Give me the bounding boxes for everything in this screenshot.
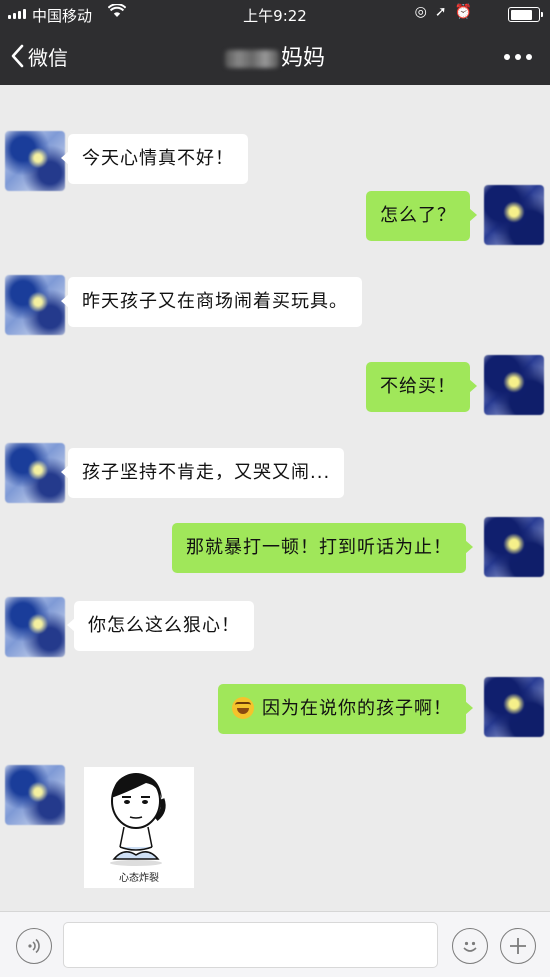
message-bubble-sent[interactable]: 怎么了？ (366, 191, 477, 241)
contact-avatar[interactable] (5, 597, 65, 657)
smiley-icon (463, 941, 477, 952)
contact-avatar[interactable] (5, 443, 65, 503)
status-icons: ◎➚⏰ (415, 4, 480, 20)
message-bubble-sent[interactable]: 那就暴打一顿！打到听话为止！ (172, 523, 473, 573)
input-bar (0, 911, 550, 977)
message-bubble-sent[interactable]: 因为在说你的孩子啊！ (218, 684, 473, 734)
message-bubble-received[interactable]: 孩子坚持不肯走，又哭又闹... (60, 448, 345, 498)
alarm-icon: ⏰ (454, 4, 480, 20)
self-avatar[interactable] (484, 355, 544, 415)
contact-avatar[interactable] (5, 765, 65, 825)
chat-title: 妈妈 (0, 40, 550, 72)
redacted-name (224, 50, 279, 68)
message-bubble-received[interactable]: 今天心情真不好！ (61, 134, 248, 184)
message-bubble-received[interactable]: 昨天孩子又在商场闹着买玩具。 (61, 277, 362, 327)
title-text: 妈妈 (280, 46, 325, 71)
top-bar: 中国移动 上午9:22 ◎➚⏰ 微信 妈妈 (0, 0, 550, 85)
laughing-crying-emoji-icon (232, 697, 254, 719)
more-functions-button[interactable] (500, 928, 536, 964)
message-bubble-received[interactable]: 你怎么这么狠心！ (67, 601, 254, 651)
emoji-button[interactable] (452, 928, 488, 964)
contact-avatar[interactable] (5, 275, 65, 335)
self-avatar[interactable] (484, 185, 544, 245)
voice-button[interactable] (16, 928, 52, 964)
self-avatar[interactable] (484, 677, 544, 737)
contact-avatar[interactable] (5, 131, 65, 191)
battery-icon (508, 7, 543, 22)
self-avatar[interactable] (484, 517, 544, 577)
cartoon-face-sticker (110, 773, 166, 866)
nav-bar: 微信 妈妈 (0, 28, 550, 85)
location-icon: ➚ (434, 4, 455, 20)
more-options-icon[interactable] (504, 54, 532, 60)
message-bubble-sent[interactable]: 不给买！ (366, 362, 477, 412)
message-text: 因为在说你的孩子啊！ (262, 698, 452, 719)
plus-icon (510, 938, 526, 954)
status-bar: 中国移动 上午9:22 ◎➚⏰ (0, 0, 550, 28)
rotation-lock-icon: ◎ (414, 4, 435, 20)
message-input[interactable] (63, 922, 438, 968)
voice-icon (28, 938, 40, 954)
sticker-image[interactable]: 心态炸裂 (84, 767, 194, 888)
sticker-caption: 心态炸裂 (119, 873, 159, 884)
